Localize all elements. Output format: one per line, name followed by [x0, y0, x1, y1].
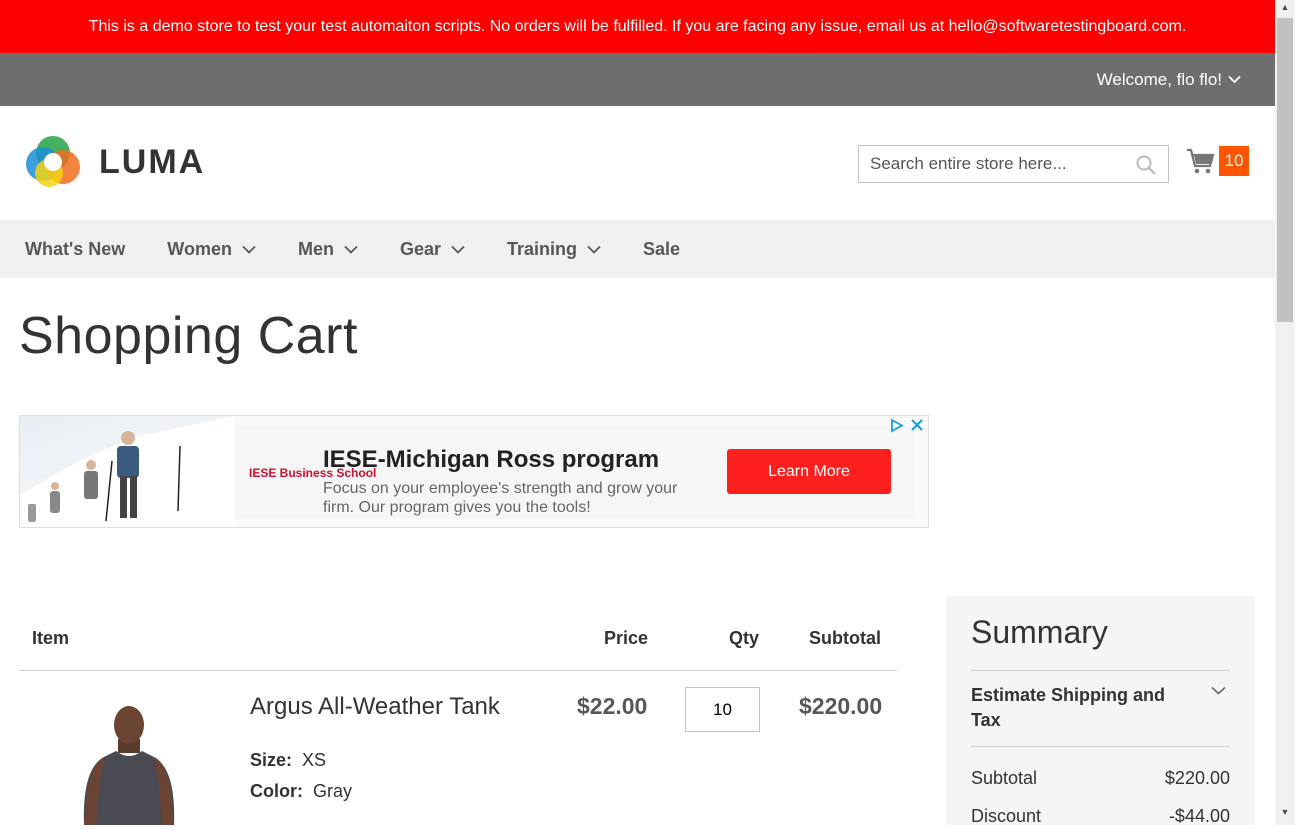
- close-icon[interactable]: [910, 418, 924, 432]
- chevron-down-icon: [242, 245, 256, 254]
- demo-notice-bar: This is a demo store to test your test a…: [0, 0, 1275, 53]
- mountain-hikers-image: [20, 416, 235, 527]
- ad-image: [20, 416, 235, 527]
- chevron-down-icon: [451, 245, 465, 254]
- cart-table-header: Item Price Qty Subtotal: [19, 600, 897, 671]
- nav-item-gear[interactable]: Gear: [400, 239, 465, 260]
- scroll-up-arrow-icon[interactable]: ▲: [1275, 2, 1295, 18]
- ad-content: IESE Business School IESE-Michigan Ross …: [235, 426, 915, 518]
- advertisement-banner[interactable]: IESE Business School IESE-Michigan Ross …: [19, 415, 929, 528]
- option-label: Color:: [250, 781, 303, 801]
- estimate-shipping-toggle[interactable]: Estimate Shipping and Tax: [971, 671, 1230, 747]
- summary-subtotal-row: Subtotal $220.00: [971, 768, 1230, 789]
- ad-description: Focus on your employee's strength and gr…: [323, 480, 678, 516]
- nav-label: Sale: [643, 238, 681, 259]
- logo-text: LUMA: [99, 142, 206, 181]
- nav-item-women[interactable]: Women: [167, 239, 256, 260]
- discount-label: Discount: [971, 806, 1042, 825]
- column-qty: Qty: [729, 628, 760, 648]
- column-item: Item: [32, 628, 70, 648]
- nav-label: Gear: [399, 238, 441, 259]
- top-panel: Welcome, flo flo!: [0, 53, 1275, 106]
- cart-item-row: Argus All-Weather Tank Size: XS Color: Gra…: [19, 671, 897, 825]
- summary-discount-row: Discount -$44.00: [971, 806, 1230, 825]
- search-box: [858, 145, 1169, 183]
- option-label: Size:: [250, 750, 293, 770]
- subtotal-value: $220.00: [1164, 768, 1230, 788]
- product-name-link[interactable]: Argus All-Weather Tank: [250, 693, 500, 721]
- welcome-text: Welcome, flo flo!: [1096, 70, 1222, 89]
- summary-title: Summary: [971, 614, 1230, 671]
- search-input[interactable]: [859, 146, 1141, 182]
- nav-label: What's New: [25, 238, 126, 259]
- page-title: Shopping Cart: [19, 307, 358, 365]
- column-price: Price: [604, 628, 649, 648]
- item-price: $22.00: [577, 693, 648, 719]
- option-value: XS: [302, 750, 327, 770]
- adchoices-icon[interactable]: [889, 418, 904, 433]
- minicart-button[interactable]: 10: [1186, 146, 1249, 176]
- product-image[interactable]: [74, 699, 184, 825]
- site-header: LUMA 10: [0, 106, 1275, 220]
- chevron-down-icon: [1228, 75, 1241, 84]
- luma-logo-icon: [26, 136, 80, 187]
- nav-item-sale[interactable]: Sale: [643, 239, 680, 260]
- option-size: Size: XS: [250, 750, 326, 771]
- search-icon[interactable]: [1136, 155, 1156, 175]
- ad-controls: [889, 418, 924, 433]
- option-color: Color: Gray: [250, 781, 352, 802]
- item-subtotal: $220.00: [799, 693, 883, 719]
- estimate-shipping-label: Estimate Shipping and Tax: [971, 685, 1166, 730]
- column-subtotal: Subtotal: [809, 628, 881, 648]
- scroll-down-arrow-icon[interactable]: ▼: [1275, 807, 1295, 823]
- nav-item-training[interactable]: Training: [507, 239, 601, 260]
- nav-label: Women: [167, 238, 232, 259]
- cart-icon: [1187, 148, 1215, 173]
- product-photo: [83, 706, 175, 825]
- cart-count-badge: 10: [1219, 146, 1249, 176]
- nav-item-men[interactable]: Men: [298, 239, 358, 260]
- nav-item-whats-new[interactable]: What's New: [25, 239, 125, 260]
- chevron-down-icon: [344, 245, 358, 254]
- logo-link[interactable]: LUMA: [25, 134, 205, 190]
- cart-summary: Summary Estimate Shipping and Tax Subtot…: [946, 596, 1255, 825]
- customer-menu-toggle[interactable]: Welcome, flo flo!: [1097, 53, 1241, 106]
- chevron-down-icon: [1211, 686, 1226, 695]
- demo-notice-text: This is a demo store to test your test a…: [88, 18, 1187, 35]
- ad-title[interactable]: IESE-Michigan Ross program: [323, 446, 659, 474]
- nav-label: Training: [507, 238, 578, 259]
- ad-learn-more-button[interactable]: Learn More: [727, 449, 891, 494]
- main-navigation: What's New Women Men Gear Training Sale: [0, 220, 1275, 278]
- scrollbar-thumb[interactable]: [1277, 18, 1293, 322]
- discount-value: -$44.00: [1168, 806, 1230, 825]
- qty-input[interactable]: [685, 687, 760, 732]
- page-scrollbar[interactable]: ▲ ▼: [1275, 0, 1295, 825]
- option-value: Gray: [313, 781, 353, 801]
- chevron-down-icon: [587, 245, 601, 254]
- nav-label: Men: [297, 238, 334, 259]
- subtotal-label: Subtotal: [971, 768, 1038, 788]
